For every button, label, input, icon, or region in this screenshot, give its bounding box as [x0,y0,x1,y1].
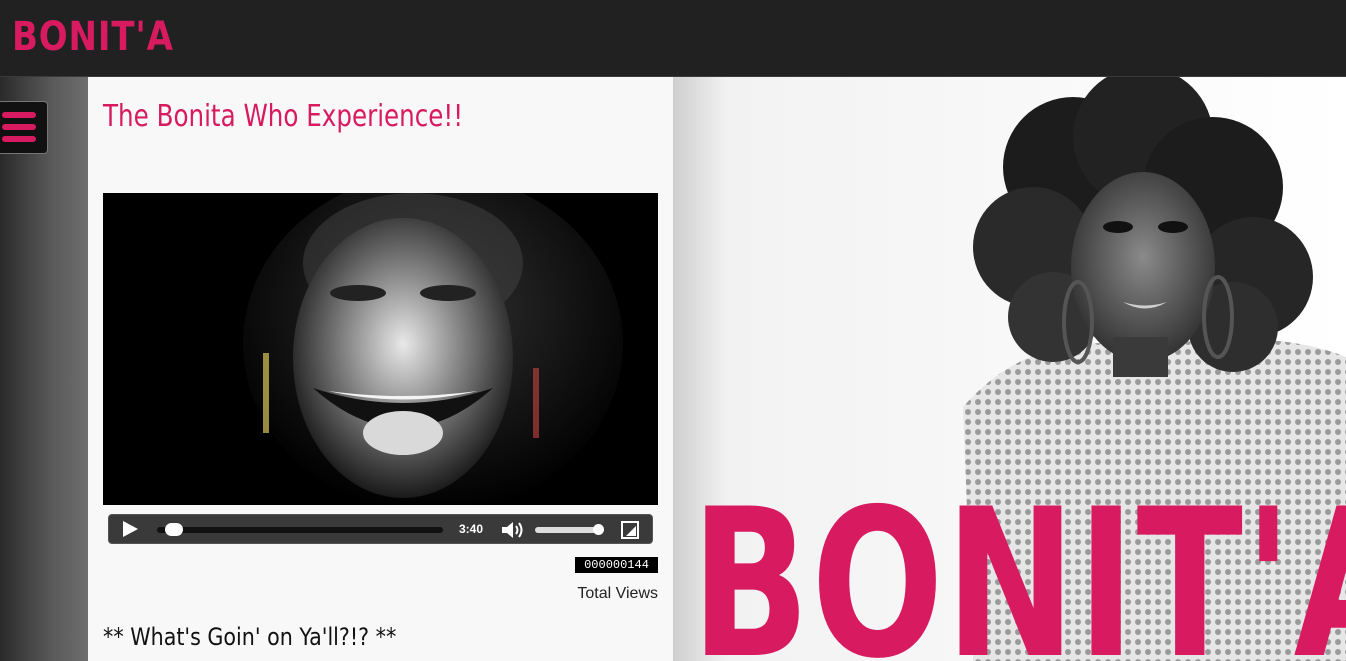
hamburger-icon-bar [2,124,36,130]
hamburger-icon-bar [2,136,36,142]
fullscreen-icon[interactable] [621,521,639,539]
seek-handle[interactable] [164,523,183,536]
left-rail [0,77,88,661]
volume-handle[interactable] [592,524,604,535]
video-frame [103,193,658,505]
hero-brand-text: BONIT'A [691,466,1346,661]
menu-button[interactable] [0,101,48,154]
video-duration: 3:40 [459,522,484,536]
view-counter-label: Total Views [577,585,658,602]
volume-icon[interactable] [501,521,525,539]
main-content: The Bonita Who Experience!! 3:40 0000001… [88,77,673,661]
site-logo[interactable]: BONIT'A [12,12,174,62]
hero-banner: BONIT'A [673,77,1346,661]
top-bar: BONIT'A [0,0,1346,77]
hamburger-icon [2,112,36,118]
play-icon[interactable] [123,521,138,537]
page-title: The Bonita Who Experience!! [103,99,464,134]
view-counter: 000000144 [575,557,658,573]
greeting-heading: ** What's Goin' on Ya'll?!? ** [103,623,397,651]
video-controls: 3:40 [108,514,653,544]
seek-bar[interactable] [157,527,443,533]
video-player[interactable] [103,193,658,505]
